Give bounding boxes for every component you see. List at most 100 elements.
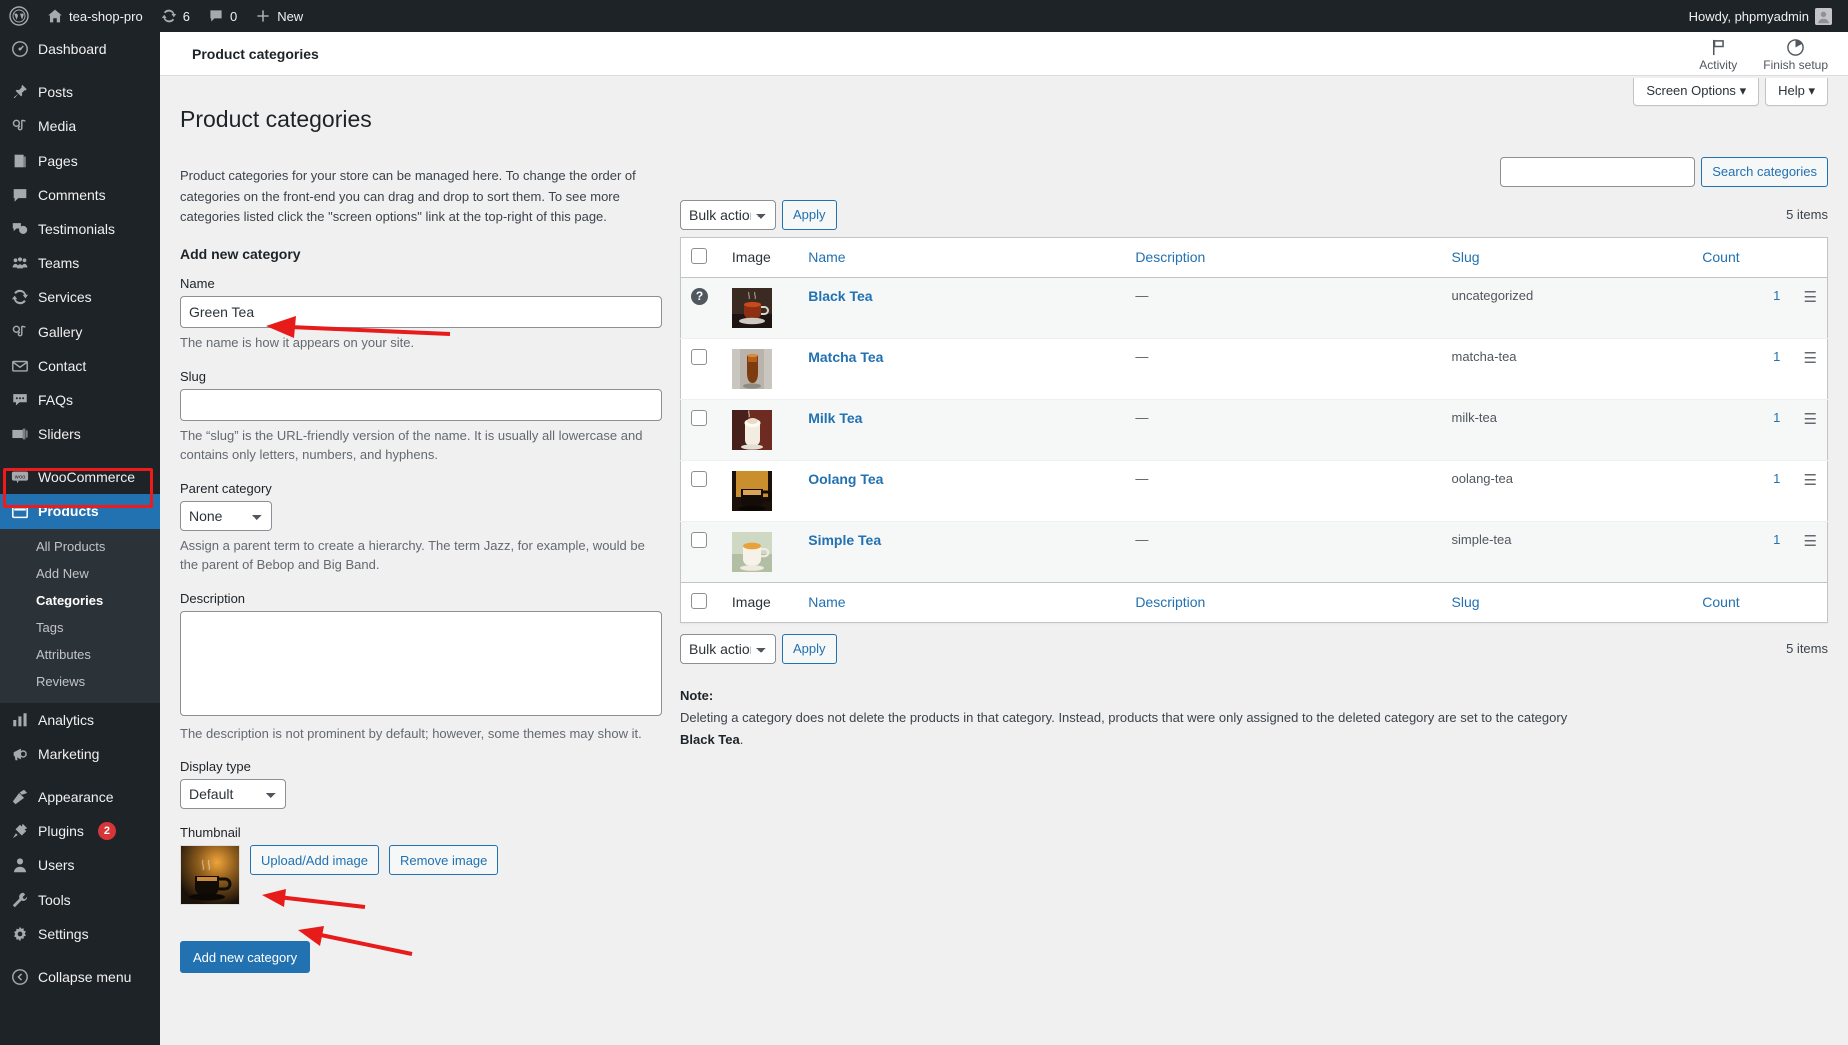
activity-button[interactable]: Activity bbox=[1699, 36, 1737, 72]
category-name-link[interactable]: Simple Tea bbox=[808, 532, 881, 548]
bulk-actions-select-top[interactable]: Bulk actions bbox=[680, 199, 776, 230]
drag-handle-icon[interactable]: ☰ bbox=[1804, 350, 1817, 367]
column-count-link-footer[interactable]: Count bbox=[1702, 594, 1739, 610]
column-name-link-footer[interactable]: Name bbox=[808, 594, 845, 610]
row-image-cell bbox=[721, 520, 799, 583]
category-count-link[interactable]: 1 bbox=[1773, 410, 1780, 425]
column-slug[interactable]: Slug bbox=[1441, 237, 1693, 278]
sidebar-item-label: FAQs bbox=[38, 391, 74, 408]
category-count-link[interactable]: 1 bbox=[1773, 288, 1780, 303]
sidebar-item-dashboard[interactable]: Dashboard bbox=[0, 32, 160, 66]
column-description[interactable]: Description bbox=[1125, 237, 1442, 278]
products-icon bbox=[11, 503, 29, 521]
sidebar-item-sliders[interactable]: Sliders bbox=[0, 417, 160, 451]
sidebar-item-products[interactable]: Products bbox=[0, 494, 160, 529]
sidebar-item-users[interactable]: Users bbox=[0, 848, 160, 882]
screen-options-button[interactable]: Screen Options ▾ bbox=[1633, 78, 1760, 106]
column-name-link[interactable]: Name bbox=[808, 249, 845, 265]
sidebar-item-add-new[interactable]: Add New bbox=[0, 560, 160, 587]
sidebar-item-tools[interactable]: Tools bbox=[0, 883, 160, 917]
sidebar-item-appearance[interactable]: Appearance bbox=[0, 780, 160, 814]
column-slug-link-footer[interactable]: Slug bbox=[1452, 594, 1480, 610]
apply-button-top[interactable]: Apply bbox=[782, 199, 837, 230]
parent-category-select[interactable]: None bbox=[180, 500, 272, 531]
upload-add-image-button[interactable]: Upload/Add image bbox=[250, 845, 379, 876]
sidebar-item-analytics[interactable]: Analytics bbox=[0, 703, 160, 737]
category-count-link[interactable]: 1 bbox=[1773, 532, 1780, 547]
category-name-link[interactable]: Oolang Tea bbox=[808, 471, 883, 487]
add-new-category-button[interactable]: Add new category bbox=[180, 941, 311, 974]
drag-handle-icon[interactable]: ☰ bbox=[1804, 411, 1817, 428]
column-slug-footer[interactable]: Slug bbox=[1441, 581, 1693, 623]
site-name-menu[interactable]: tea-shop-pro bbox=[38, 0, 152, 32]
sidebar-item-pages[interactable]: Pages bbox=[0, 144, 160, 178]
category-count-link[interactable]: 1 bbox=[1773, 349, 1780, 364]
column-description-footer[interactable]: Description bbox=[1125, 581, 1442, 623]
category-name-link[interactable]: Black Tea bbox=[808, 288, 872, 304]
slug-input[interactable] bbox=[180, 388, 662, 421]
main-content: Product categories Activity Finish setup… bbox=[160, 32, 1848, 1045]
sidebar-item-contact[interactable]: Contact bbox=[0, 349, 160, 383]
black-tea-thumbnail bbox=[731, 287, 772, 328]
column-description-link[interactable]: Description bbox=[1135, 249, 1205, 265]
sidebar-item-posts[interactable]: Posts bbox=[0, 75, 160, 109]
account-menu[interactable]: Howdy, phpmyadmin bbox=[1680, 0, 1848, 32]
sidebar-item-all-products[interactable]: All Products bbox=[0, 533, 160, 560]
display-type-select[interactable]: Default bbox=[180, 779, 286, 810]
finish-setup-button[interactable]: Finish setup bbox=[1763, 36, 1828, 72]
search-input[interactable] bbox=[1500, 156, 1696, 187]
comments-button[interactable]: 0 bbox=[199, 0, 246, 32]
apply-button-bottom[interactable]: Apply bbox=[782, 633, 837, 664]
sidebar-item-settings[interactable]: Settings bbox=[0, 917, 160, 951]
collapse-menu-button[interactable]: Collapse menu bbox=[0, 960, 160, 994]
chevron-down-icon: ▾ bbox=[1808, 83, 1815, 98]
row-checkbox[interactable] bbox=[691, 531, 707, 548]
column-count-footer[interactable]: Count bbox=[1692, 581, 1791, 623]
sidebar-item-categories[interactable]: Categories bbox=[0, 587, 160, 614]
new-content-button[interactable]: New bbox=[246, 0, 312, 32]
row-checkbox[interactable] bbox=[691, 470, 707, 487]
row-checkbox[interactable] bbox=[691, 348, 707, 365]
sidebar-item-marketing[interactable]: Marketing bbox=[0, 737, 160, 771]
note-text-after: . bbox=[739, 732, 744, 748]
help-icon[interactable]: ? bbox=[691, 287, 708, 305]
description-textarea[interactable] bbox=[180, 610, 662, 716]
select-all-checkbox-bottom[interactable] bbox=[691, 592, 707, 609]
column-name[interactable]: Name bbox=[798, 237, 1126, 278]
bulk-actions-select-bottom[interactable]: Bulk actions bbox=[680, 633, 776, 664]
wordpress-logo-button[interactable] bbox=[0, 0, 38, 32]
sidebar-item-teams[interactable]: Teams bbox=[0, 246, 160, 280]
column-count-link[interactable]: Count bbox=[1702, 249, 1739, 265]
sidebar-item-media[interactable]: Media bbox=[0, 109, 160, 143]
updates-button[interactable]: 6 bbox=[152, 0, 199, 32]
sidebar-item-testimonials[interactable]: Testimonials bbox=[0, 212, 160, 246]
sidebar-item-services[interactable]: Services bbox=[0, 280, 160, 314]
remove-image-button[interactable]: Remove image bbox=[388, 845, 499, 876]
row-checkbox[interactable] bbox=[691, 409, 707, 426]
sidebar-item-gallery[interactable]: Gallery bbox=[0, 315, 160, 349]
sidebar-item-reviews[interactable]: Reviews bbox=[0, 668, 160, 695]
sidebar-item-comments[interactable]: Comments bbox=[0, 178, 160, 212]
sidebar-item-faqs[interactable]: FAQs bbox=[0, 383, 160, 417]
column-name-footer[interactable]: Name bbox=[798, 581, 1126, 623]
drag-handle-icon[interactable]: ☰ bbox=[1804, 472, 1817, 489]
sidebar-item-attributes[interactable]: Attributes bbox=[0, 641, 160, 668]
drag-handle-icon[interactable]: ☰ bbox=[1804, 289, 1817, 306]
select-all-checkbox-top[interactable] bbox=[691, 247, 707, 264]
sidebar-item-tags[interactable]: Tags bbox=[0, 614, 160, 641]
search-categories-button[interactable]: Search categories bbox=[1701, 156, 1828, 187]
drag-handle-icon[interactable]: ☰ bbox=[1804, 533, 1817, 550]
help-button[interactable]: Help ▾ bbox=[1765, 78, 1828, 106]
category-name-link[interactable]: Milk Tea bbox=[808, 410, 862, 426]
category-name-link[interactable]: Matcha Tea bbox=[808, 349, 883, 365]
sidebar-item-label: Analytics bbox=[38, 711, 95, 728]
sidebar-item-plugins[interactable]: Plugins 2 bbox=[0, 814, 160, 848]
name-input[interactable] bbox=[180, 296, 662, 329]
sidebar-item-woocommerce[interactable]: woo WooCommerce bbox=[0, 460, 160, 494]
plugins-icon bbox=[11, 822, 29, 840]
category-count-link[interactable]: 1 bbox=[1773, 471, 1780, 486]
column-description-link-footer[interactable]: Description bbox=[1135, 594, 1205, 610]
avatar bbox=[1815, 7, 1832, 25]
column-count[interactable]: Count bbox=[1692, 237, 1791, 278]
column-slug-link[interactable]: Slug bbox=[1452, 249, 1480, 265]
